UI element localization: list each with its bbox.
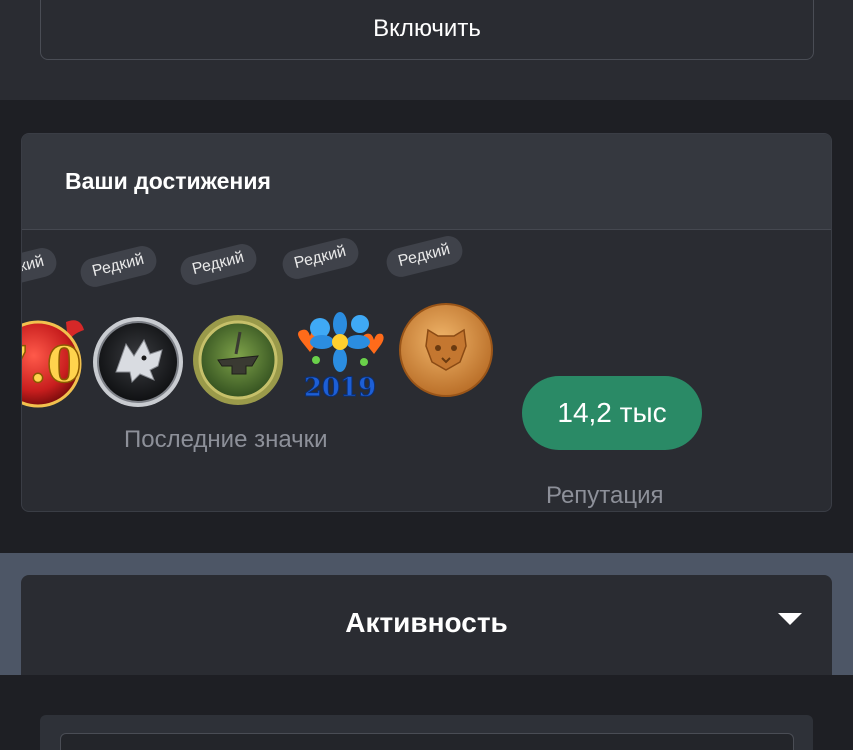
flower-2019-icon: 2019 <box>298 312 384 402</box>
page: Включить Ваши достижения 7.0 Редкий Редк… <box>0 0 853 750</box>
svg-text:7.0: 7.0 <box>22 335 82 394</box>
activity-title: Активность <box>345 607 508 638</box>
achievements-title: Ваши достижения <box>65 168 271 194</box>
rare-tag: Редкий <box>383 233 466 280</box>
anvil-medal-icon <box>193 315 283 405</box>
rare-tag: Редкий <box>279 235 362 282</box>
achievements-header: Ваши достижения <box>22 134 831 230</box>
badges-area: 7.0 Редкий Редкий Редкий 2019 Редкий Ред… <box>22 230 831 511</box>
achievements-card: Ваши достижения 7.0 Редкий Редкий Редкий… <box>21 133 832 512</box>
activity-section: Активность <box>0 575 853 750</box>
badge-7-0[interactable]: 7.0 Редкий <box>22 245 88 412</box>
activity-input[interactable] <box>60 733 794 750</box>
rare-tag: Редкий <box>77 243 160 290</box>
enable-button-label: Включить <box>373 15 481 42</box>
reputation-badge[interactable]: 14,2 тыс <box>522 376 702 450</box>
enable-button[interactable]: Включить <box>40 0 814 60</box>
svg-text:2019: 2019 <box>304 373 376 402</box>
reputation-label: Репутация <box>546 482 664 509</box>
chevron-down-icon[interactable] <box>778 613 802 625</box>
medal-7-0-icon: 7.0 <box>22 320 84 408</box>
activity-body <box>0 675 853 750</box>
badge-wolf[interactable]: Редкий <box>77 243 188 410</box>
top-section: Включить <box>0 0 853 100</box>
rare-tag: Редкий <box>22 245 60 292</box>
badge-2019[interactable]: 2019 Редкий <box>279 235 390 402</box>
bear-coin-icon <box>399 303 493 397</box>
recent-badges-label: Последние значки <box>124 426 328 453</box>
rare-tag: Редкий <box>177 241 260 288</box>
section-divider <box>0 553 853 575</box>
badge-anvil[interactable]: Редкий <box>177 241 288 408</box>
wolf-medal-icon <box>93 317 183 407</box>
activity-header[interactable]: Активность <box>21 575 832 675</box>
badge-tesall[interactable]: Редкий <box>383 233 494 400</box>
